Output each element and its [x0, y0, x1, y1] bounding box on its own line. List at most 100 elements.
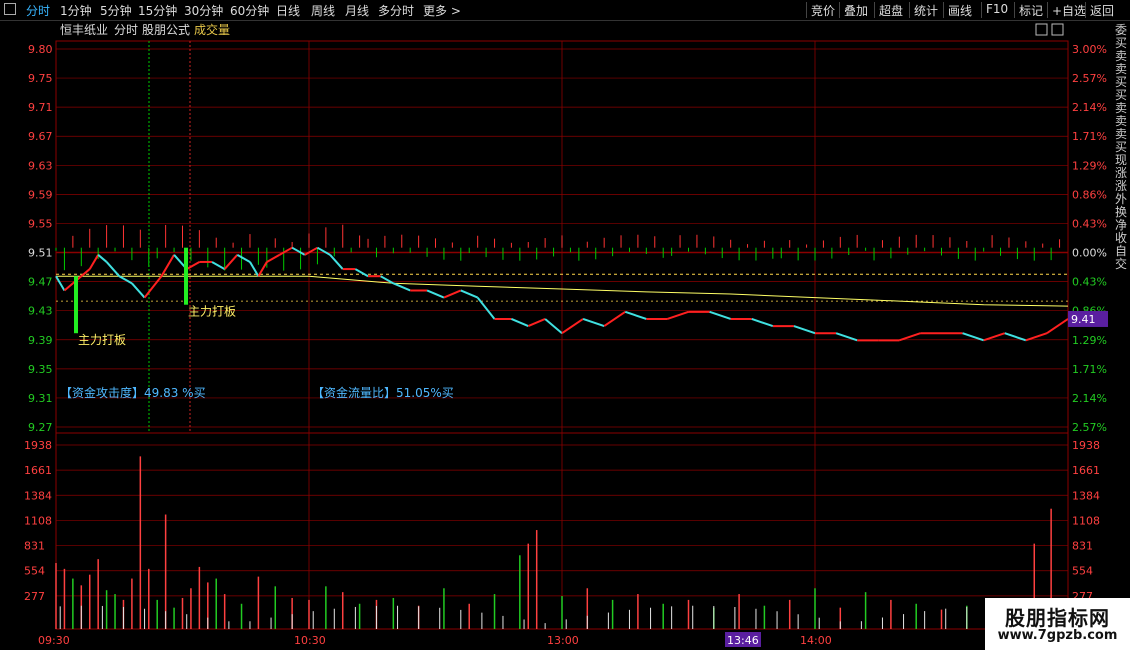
pct-tick-label: 1.71% — [1072, 130, 1107, 143]
toolbar-button-6[interactable]: 标记 — [1019, 2, 1043, 19]
time-label: 14:00 — [800, 634, 832, 647]
price-segment — [223, 254, 239, 270]
settings-icon — [1051, 23, 1064, 36]
tab-4[interactable]: 30分钟 — [184, 2, 223, 19]
toolbar-button-8[interactable]: 返回 — [1090, 2, 1114, 19]
price-segment — [443, 289, 462, 299]
price-segment — [160, 254, 175, 277]
volume-label: 成交量 — [194, 22, 230, 37]
price-tick-label: 9.63 — [28, 159, 53, 172]
price-segment — [1046, 318, 1069, 335]
tab-10[interactable]: 更多 > — [423, 2, 461, 19]
price-segment — [751, 318, 774, 328]
toolbar-separator — [1085, 2, 1086, 18]
tab-0[interactable]: 分时 — [26, 2, 50, 19]
price-segment — [793, 325, 816, 335]
pct-tick-label: 0.43% — [1072, 217, 1107, 230]
time-label: 10:30 — [294, 634, 326, 647]
watermark: 股朋指标网 www.7gpzb.com — [985, 598, 1130, 650]
price-segment — [899, 332, 921, 342]
volume-tick-label: 1938 — [24, 439, 52, 452]
volume-tick-label: 831 — [24, 540, 45, 553]
toolbar-separator — [1014, 2, 1015, 18]
watermark-title: 股朋指标网 — [1005, 606, 1110, 630]
add-indicator-icon — [1035, 23, 1048, 36]
price-segment — [835, 332, 858, 342]
toolbar-button-5[interactable]: F10 — [986, 2, 1008, 16]
toolbar-button-0[interactable]: 竞价 — [811, 2, 835, 19]
volume-tick-label-right: 554 — [1072, 565, 1093, 578]
watermark-url: www.7gpzb.com — [997, 628, 1118, 643]
tab-5[interactable]: 60分钟 — [230, 2, 269, 19]
time-label: 09:30 — [38, 634, 70, 647]
price-segment — [1025, 332, 1048, 342]
price-segment — [962, 332, 984, 342]
price-tick-label: 9.39 — [28, 334, 53, 347]
toolbar-button-1[interactable]: 叠加 — [844, 2, 868, 19]
price-segment — [624, 310, 647, 320]
volume-tick-label-right: 1384 — [1072, 489, 1100, 502]
pct-tick-label: 2.57% — [1072, 72, 1107, 85]
pct-tick-label: 2.57% — [1072, 421, 1107, 434]
volume-tick-label-right: 1108 — [1072, 514, 1100, 527]
price-segment — [544, 318, 563, 334]
price-segment — [709, 310, 731, 320]
price-segment — [291, 246, 306, 256]
signal-bar-1 — [74, 276, 78, 334]
price-segment — [460, 289, 479, 299]
price-segment — [392, 282, 411, 292]
price-segment — [329, 254, 344, 270]
price-segment — [118, 275, 133, 285]
pct-tick-label: 1.71% — [1072, 363, 1107, 376]
tab-7[interactable]: 周线 — [311, 2, 335, 19]
pct-tick-label: 2.14% — [1072, 101, 1107, 114]
toolbar-separator — [1047, 2, 1048, 18]
price-segment — [511, 318, 529, 328]
price-segment — [983, 332, 1006, 342]
signal-label-1: 主力打板 — [78, 333, 126, 347]
pct-tick-label: 2.14% — [1072, 392, 1107, 405]
toolbar-separator — [981, 2, 982, 18]
tab-2[interactable]: 5分钟 — [100, 2, 132, 19]
price-tick-label: 9.80 — [28, 43, 53, 56]
time-label: 13:00 — [547, 634, 579, 647]
tab-3[interactable]: 15分钟 — [138, 2, 177, 19]
price-segment — [211, 261, 226, 270]
price-tick-label: 9.27 — [28, 421, 53, 434]
price-segment — [97, 254, 108, 263]
top-toolbar: 分时 1分钟 5分钟 15分钟 30分钟 60分钟 日线 周线 月线 多分时 更多 > 竞价 叠加 超盘统… — [0, 0, 1130, 21]
capital-attack-label: 【资金攻击度】49.83 %买 — [60, 385, 206, 400]
toolbar-button-7[interactable]: +自选 — [1052, 2, 1086, 19]
price-segment — [88, 254, 100, 270]
price-segment — [236, 253, 251, 263]
side-labels: 委买卖卖买买卖卖卖买现涨涨外换净收自交 — [1115, 23, 1128, 271]
tab-1[interactable]: 1分钟 — [60, 2, 92, 19]
toolbar-button-4[interactable]: 画线 — [948, 2, 972, 19]
volume-tick-label: 554 — [24, 565, 45, 578]
price-tick-label: 9.47 — [28, 276, 53, 289]
price-segment — [266, 253, 280, 263]
price-segment — [354, 268, 369, 278]
price-segment — [304, 246, 318, 256]
window-icon[interactable] — [4, 3, 16, 15]
volume-tick-label: 277 — [24, 590, 45, 603]
toolbar-separator — [874, 2, 875, 18]
pct-tick-label: 0.43% — [1072, 276, 1107, 289]
toolbar-separator — [909, 2, 910, 18]
price-segment — [278, 246, 293, 256]
price-tick-label: 9.35 — [28, 363, 53, 376]
price-segment — [186, 261, 200, 270]
toolbar-button-3[interactable]: 统计 — [914, 2, 938, 19]
price-segment — [1004, 332, 1027, 342]
price-segment — [63, 282, 74, 292]
tab-6[interactable]: 日线 — [276, 2, 300, 19]
signal-bar-2 — [184, 247, 188, 305]
pct-tick-label: 1.29% — [1072, 334, 1107, 347]
volume-tick-label-right: 1938 — [1072, 439, 1100, 452]
price-tick-label: 9.31 — [28, 392, 53, 405]
tab-9[interactable]: 多分时 — [378, 2, 414, 19]
price-segment — [426, 289, 445, 299]
formula-name: 股朋公式 — [142, 23, 190, 37]
tab-8[interactable]: 月线 — [345, 2, 369, 19]
toolbar-button-2[interactable]: 超盘 — [879, 2, 903, 19]
